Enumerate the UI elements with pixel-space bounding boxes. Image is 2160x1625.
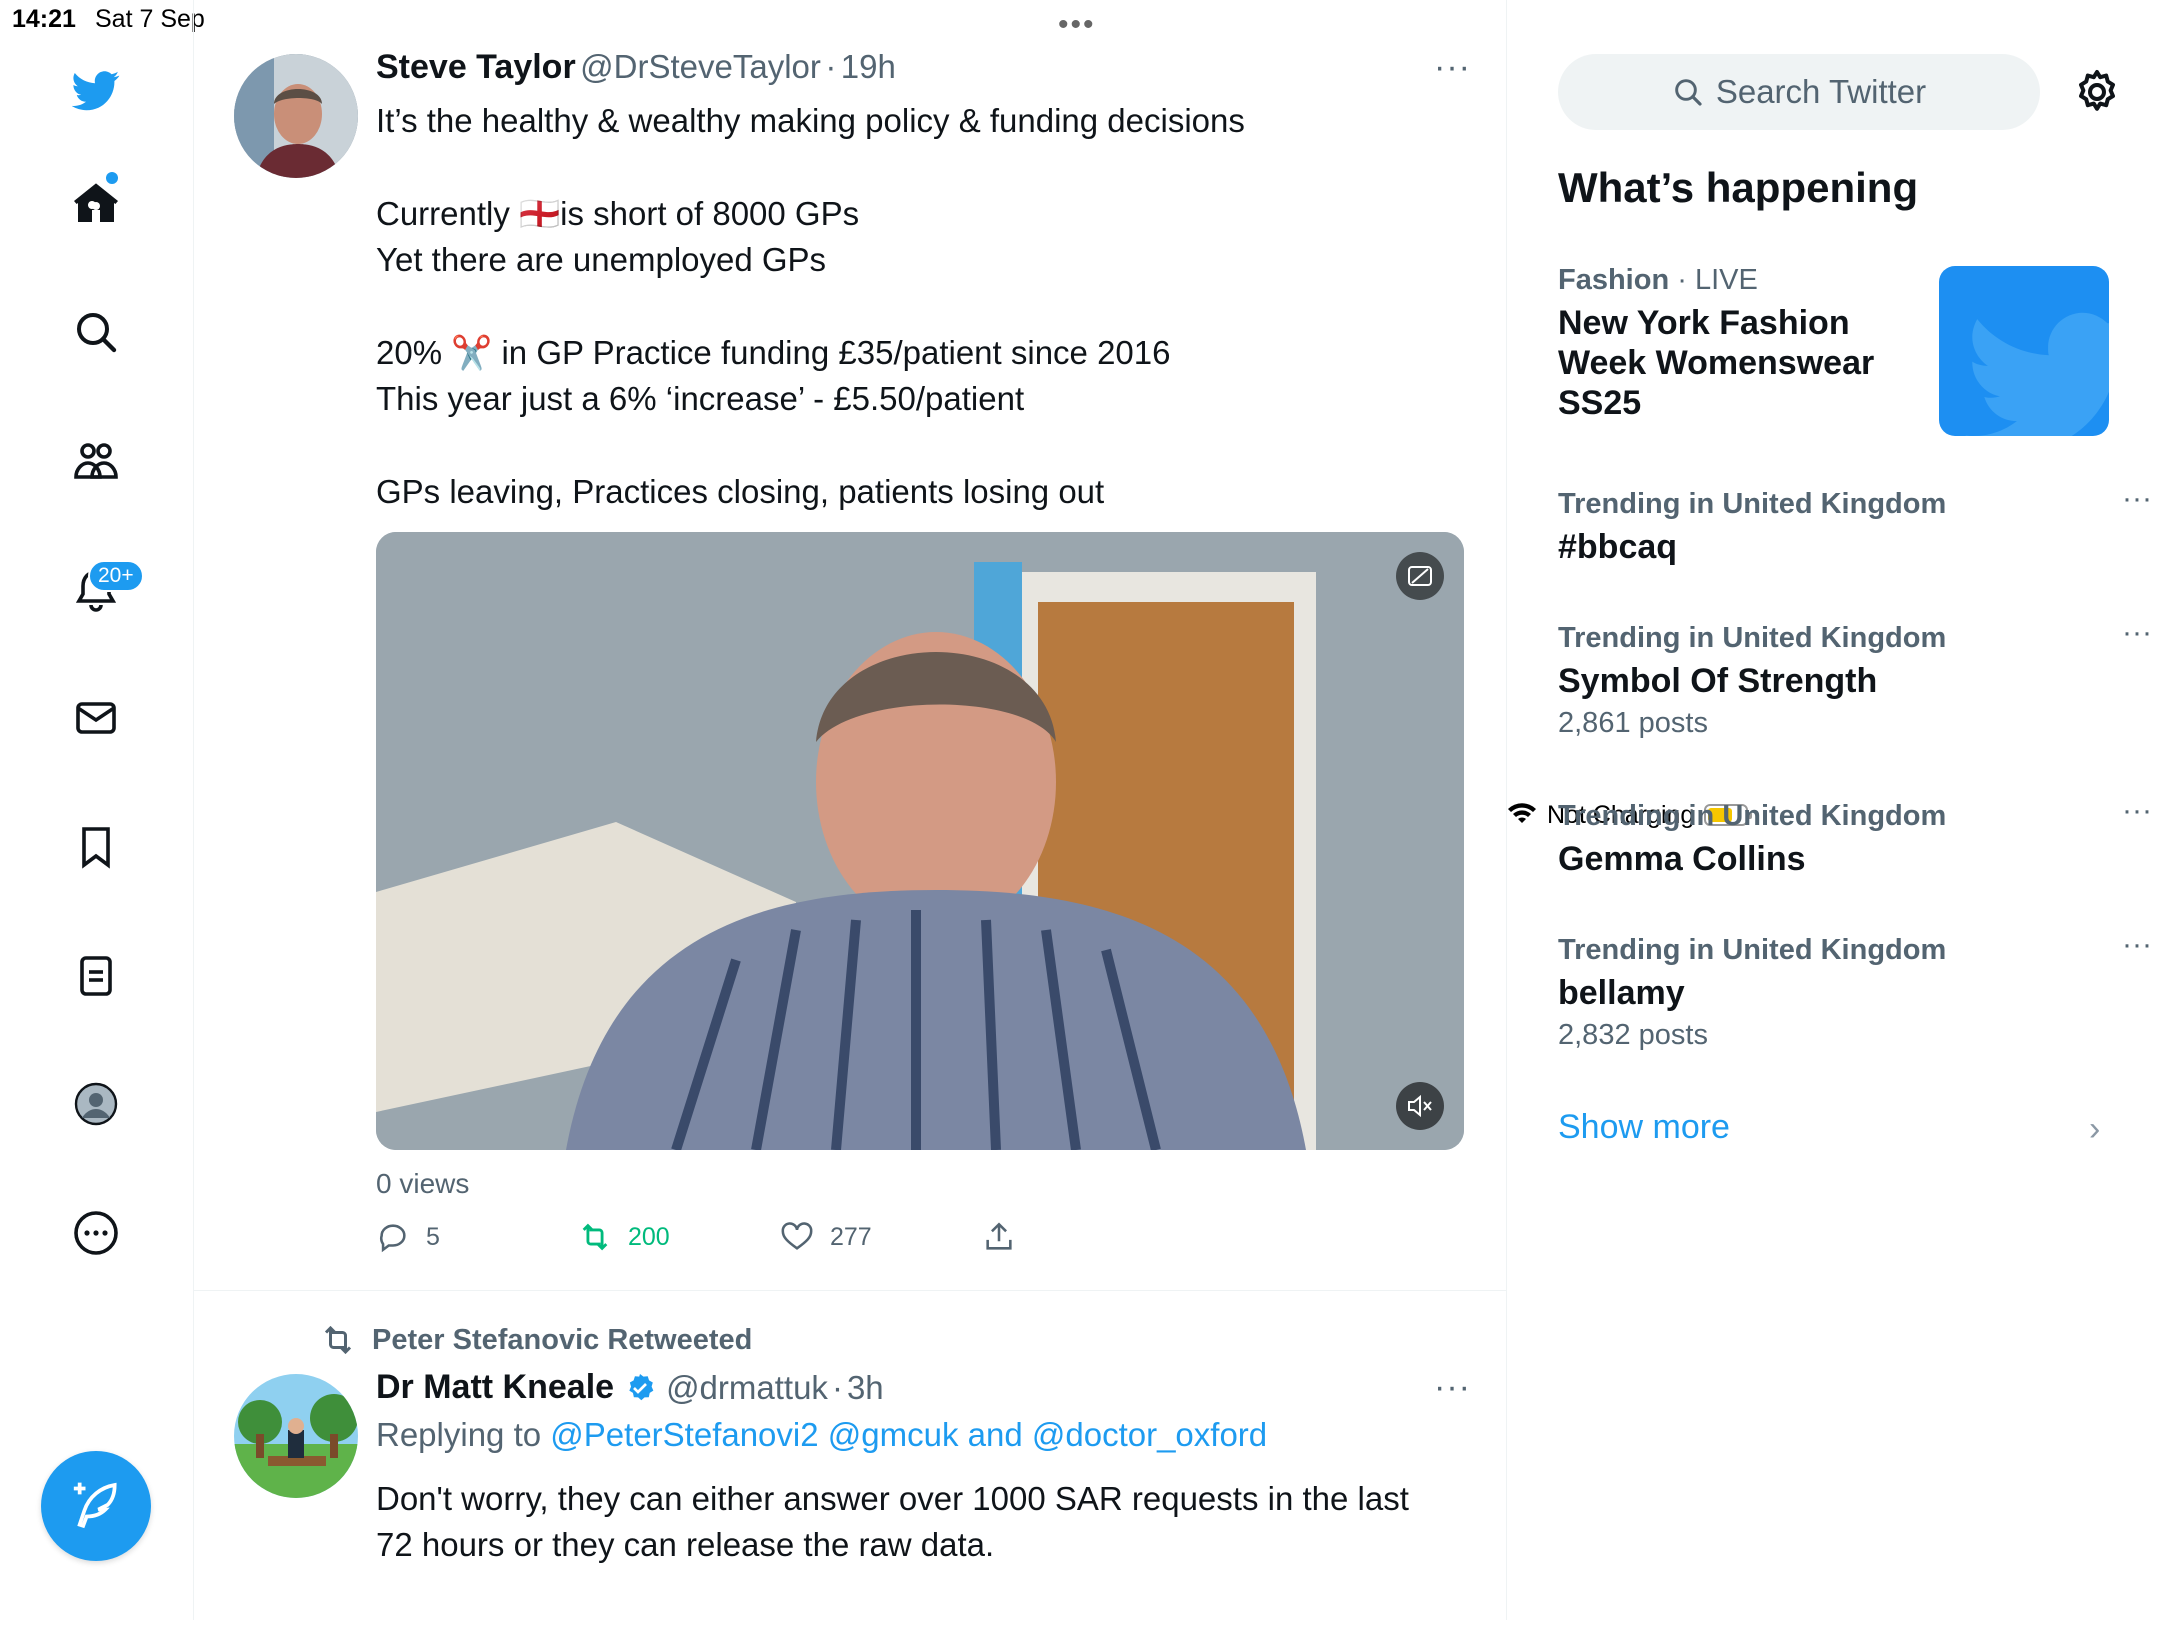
retweet-icon: [582, 1223, 608, 1251]
trend-post-count: 2,861 posts: [1558, 707, 1708, 739]
trend-title: #bbcaq: [1558, 528, 1678, 566]
tweet-text-line: It’s the healthy & wealthy making policy…: [376, 102, 1245, 139]
trend-item[interactable]: Trending in United Kingdom Gemma Collins…: [1558, 794, 2152, 879]
tweet-text-line: GPs leaving, Practices closing, patients…: [376, 473, 1105, 510]
trend-title: SS25: [1558, 384, 1642, 422]
replying-to: Replying to @PeterStefanovi2 @gmcuk and …: [376, 1416, 1267, 1454]
like-count: 277: [830, 1222, 872, 1251]
trend-more-button[interactable]: ···: [2122, 482, 2152, 516]
retweeted-by-label: Peter Stefanovic Retweeted: [372, 1323, 753, 1356]
captions-icon[interactable]: [1396, 552, 1444, 600]
tweet-text-line: 72 hours or they can release the raw dat…: [376, 1526, 995, 1563]
sidebar: 20+: [0, 0, 194, 1620]
tweet-text-line: Yet there are unemployed GPs: [376, 241, 827, 278]
tweet-card[interactable]: Steve Taylor @DrSteveTaylor · 19h ··· It…: [194, 38, 1506, 1291]
gear-icon[interactable]: [2073, 68, 2121, 116]
trend-image[interactable]: [1939, 266, 2109, 436]
twitter-logo-icon: [1965, 312, 2109, 436]
tweet-card[interactable]: Peter Stefanovic Retweeted Dr Matt Kneal…: [194, 1292, 1506, 1620]
live-label: · LIVE: [1677, 264, 1758, 296]
trend-title: Gemma Collins: [1558, 840, 1806, 878]
separator: ·: [825, 48, 837, 85]
trend-item[interactable]: Trending in United Kingdom #bbcaq ···: [1558, 482, 2152, 567]
tweet-text-line: Currently 🏴󠁧󠁢󠁥󠁮󠁧󠁿is short of 8000 GPs: [376, 195, 860, 232]
author-name[interactable]: Steve Taylor: [376, 48, 576, 86]
mute-icon[interactable]: [1396, 1082, 1444, 1130]
retweet-button[interactable]: 200: [578, 1220, 670, 1254]
trend-more-button[interactable]: ···: [2122, 794, 2152, 828]
messages-icon[interactable]: [64, 686, 128, 750]
separator: ·: [831, 1368, 843, 1406]
home-icon[interactable]: [64, 172, 128, 236]
trend-more-button[interactable]: ···: [2122, 616, 2152, 650]
communities-icon[interactable]: [64, 429, 128, 493]
notifications-badge: 20+: [88, 560, 144, 592]
tweet-more-button[interactable]: ···: [1434, 48, 1471, 87]
search-icon: [1675, 79, 1702, 106]
view-count: 0 views: [376, 1168, 470, 1199]
trend-title: New York Fashion: [1558, 304, 1850, 342]
trend-post-count: 2,832 posts: [1558, 1019, 1708, 1051]
lists-icon[interactable]: [64, 944, 128, 1008]
tweet-time[interactable]: 3h: [847, 1369, 884, 1407]
retweet-icon: [324, 1325, 352, 1355]
tweet-video[interactable]: [376, 532, 1464, 1150]
search-icon[interactable]: [64, 300, 128, 364]
tweet-text-line: Don't worry, they can either answer over…: [376, 1480, 1409, 1517]
trend-category: Trending in United Kingdom: [1558, 622, 1947, 654]
share-button[interactable]: [982, 1220, 1016, 1254]
retweet-count: 200: [628, 1222, 670, 1251]
tweet-header: Dr Matt Kneale @drmattuk · 3h: [376, 1368, 884, 1407]
retweeted-by[interactable]: Peter Stefanovic Retweeted: [318, 1322, 752, 1358]
replying-to-users[interactable]: @PeterStefanovi2 @gmcuk and @doctor_oxfo…: [550, 1416, 1267, 1453]
trend-item[interactable]: Trending in United Kingdom Symbol Of Str…: [1558, 616, 2152, 740]
trend-item[interactable]: Trending in United Kingdom bellamy 2,832…: [1558, 928, 2152, 1052]
trend-title: Week Womenswear: [1558, 344, 1875, 382]
replying-to-label: Replying to: [376, 1416, 542, 1453]
search-placeholder: Search Twitter: [1715, 73, 1927, 110]
tweet-text-line: This year just a 6% ‘increase’ - £5.50/p…: [376, 380, 1025, 417]
author-handle[interactable]: @drmattuk: [666, 1369, 828, 1407]
trend-category: Trending in United Kingdom: [1558, 488, 1947, 520]
chevron-right-icon: ›: [2089, 1110, 2101, 1148]
trend-category: Trending in United Kingdom: [1558, 934, 1947, 966]
show-more-link[interactable]: Show more: [1558, 1108, 1730, 1147]
tweet-text-line: 20% ✂️ in GP Practice funding £35/patien…: [376, 334, 1171, 371]
author-name[interactable]: Dr Matt Kneale: [376, 1368, 614, 1407]
timeline: Steve Taylor @DrSteveTaylor · 19h ··· It…: [194, 0, 1507, 1620]
bookmarks-icon[interactable]: [64, 815, 128, 879]
avatar[interactable]: [234, 1374, 358, 1498]
tweet-time[interactable]: 19h: [841, 48, 896, 85]
home-unread-dot: [106, 172, 118, 184]
compose-quill-icon: [73, 1482, 117, 1529]
trend-title: Symbol Of Strength: [1558, 662, 1878, 700]
tweet-more-button[interactable]: ···: [1434, 1368, 1471, 1407]
avatar[interactable]: [234, 54, 358, 178]
reply-button[interactable]: 5: [376, 1220, 440, 1254]
profile-icon[interactable]: [64, 1072, 128, 1136]
trend-more-button[interactable]: ···: [2122, 928, 2152, 962]
author-handle[interactable]: @DrSteveTaylor: [580, 48, 821, 85]
reply-icon: [380, 1224, 406, 1253]
share-icon: [986, 1222, 1012, 1250]
tweet-header: Steve Taylor @DrSteveTaylor · 19h: [376, 48, 896, 87]
trend-category: Trending in United Kingdom: [1558, 800, 1947, 832]
like-button[interactable]: 277: [780, 1220, 872, 1254]
reply-count: 5: [426, 1222, 440, 1251]
right-sidebar: Search Twitter What’s happening Fashion …: [1507, 0, 2160, 1620]
search-field[interactable]: Search Twitter: [1558, 54, 2040, 130]
compose-tweet-button[interactable]: [41, 1451, 151, 1561]
twitter-logo-icon[interactable]: [64, 58, 128, 122]
trend-category: Fashion: [1558, 264, 1670, 296]
whats-happening-title: What’s happening: [1558, 164, 1919, 211]
trend-title: bellamy: [1558, 974, 1685, 1012]
more-icon[interactable]: [64, 1201, 128, 1265]
verified-badge-icon: [629, 1373, 654, 1400]
heart-icon: [781, 1222, 813, 1250]
